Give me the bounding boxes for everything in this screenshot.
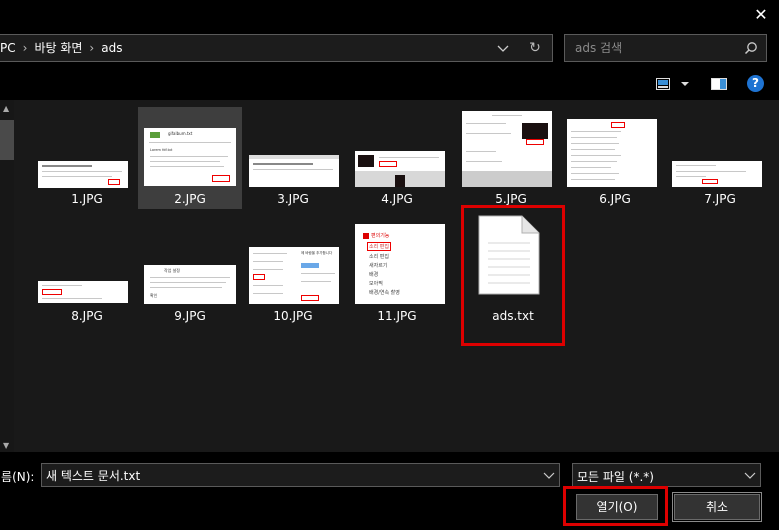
file-name: ads.txt bbox=[492, 309, 534, 323]
open-button[interactable]: 열기(O) bbox=[576, 494, 658, 520]
image-thumbnail: 에 바람을 추가합니다 bbox=[249, 247, 339, 304]
file-name: 4.JPG bbox=[381, 192, 413, 206]
file-name: 10.JPG bbox=[273, 309, 313, 323]
file-name: 5.JPG bbox=[495, 192, 527, 206]
chevron-right-icon: › bbox=[22, 41, 28, 55]
file-type-select[interactable]: 모든 파일 (*.*) bbox=[572, 463, 761, 487]
scrollbar-thumb[interactable] bbox=[0, 120, 14, 160]
filename-input[interactable] bbox=[42, 464, 537, 486]
image-thumbnail: gifalbum.txt Lorem fdf.txt bbox=[144, 128, 236, 186]
file-item[interactable]: 에 바람을 추가합니다 10.JPG bbox=[241, 224, 345, 326]
chevron-right-icon: › bbox=[89, 41, 95, 55]
chevron-down-icon[interactable] bbox=[495, 40, 511, 56]
nav-pane-scrollbar[interactable]: ▲ ▼ bbox=[0, 100, 14, 452]
image-thumbnail bbox=[249, 155, 339, 187]
chevron-down-icon[interactable] bbox=[543, 470, 555, 480]
file-item[interactable]: 5.JPG bbox=[459, 107, 563, 209]
filename-combobox[interactable] bbox=[41, 463, 560, 487]
close-icon[interactable]: ✕ bbox=[749, 4, 773, 26]
image-thumbnail bbox=[567, 119, 657, 187]
search-input[interactable] bbox=[565, 35, 735, 61]
file-name: 3.JPG bbox=[277, 192, 309, 206]
help-icon[interactable]: ? bbox=[747, 75, 764, 92]
image-thumbnail bbox=[462, 111, 552, 187]
toolbar: ? bbox=[0, 66, 779, 100]
image-thumbnail bbox=[38, 281, 128, 303]
file-type-value: 모든 파일 (*.*) bbox=[577, 470, 654, 484]
view-options-icon[interactable] bbox=[656, 78, 670, 90]
breadcrumb-item-ads[interactable]: ads bbox=[101, 41, 122, 55]
breadcrumb: PC › 바탕 화면 › ads bbox=[0, 35, 122, 61]
file-name: 8.JPG bbox=[71, 309, 103, 323]
scroll-down-icon[interactable]: ▼ bbox=[3, 441, 9, 450]
file-name: 6.JPG bbox=[599, 192, 631, 206]
image-thumbnail bbox=[355, 151, 445, 187]
address-row: PC › 바탕 화면 › ads ↻ bbox=[0, 30, 779, 66]
file-item[interactable]: 6.JPG bbox=[563, 107, 667, 209]
chevron-down-icon[interactable] bbox=[680, 80, 690, 88]
file-item[interactable]: 작업 설정 확인 9.JPG bbox=[138, 224, 242, 326]
breadcrumb-item-pc[interactable]: PC bbox=[0, 41, 16, 55]
chevron-down-icon[interactable] bbox=[744, 470, 756, 480]
dialog-footer: 이름(N): 모든 파일 (*.*) 열기(O) 취소 bbox=[0, 452, 779, 530]
file-name: 9.JPG bbox=[174, 309, 206, 323]
title-bar: ✕ bbox=[0, 0, 779, 30]
file-name: 2.JPG bbox=[174, 192, 206, 206]
image-thumbnail bbox=[672, 161, 762, 187]
file-name: 7.JPG bbox=[704, 192, 736, 206]
image-thumbnail bbox=[38, 161, 128, 188]
preview-pane-icon[interactable] bbox=[711, 78, 727, 90]
image-thumbnail: 편의기능 소리 편집 소리 편집 새자르기 배경 모아찍 배경/연속 촬영 bbox=[355, 224, 445, 304]
text-document-icon bbox=[478, 215, 540, 295]
search-box[interactable] bbox=[564, 34, 767, 62]
cancel-button[interactable]: 취소 bbox=[674, 494, 760, 520]
file-item[interactable]: 4.JPG bbox=[345, 107, 449, 209]
file-name: 11.JPG bbox=[377, 309, 417, 323]
file-item[interactable]: 8.JPG bbox=[35, 224, 139, 326]
file-list: 1.JPG gifalbum.txt Lorem fdf.txt 2.JPG 3… bbox=[14, 100, 779, 452]
scroll-up-icon[interactable]: ▲ bbox=[3, 104, 9, 113]
file-item[interactable]: 1.JPG bbox=[35, 107, 139, 209]
file-item[interactable]: 편의기능 소리 편집 소리 편집 새자르기 배경 모아찍 배경/연속 촬영 11… bbox=[345, 224, 449, 326]
image-thumbnail: 작업 설정 확인 bbox=[144, 265, 236, 304]
file-name: 1.JPG bbox=[71, 192, 103, 206]
address-bar[interactable]: PC › 바탕 화면 › ads ↻ bbox=[0, 34, 553, 62]
search-icon[interactable] bbox=[744, 41, 758, 55]
file-item-selected[interactable]: gifalbum.txt Lorem fdf.txt 2.JPG bbox=[138, 107, 242, 209]
breadcrumb-item-desktop[interactable]: 바탕 화면 bbox=[34, 41, 82, 55]
filename-label: 이름(N): bbox=[0, 470, 35, 484]
file-item[interactable]: 7.JPG bbox=[668, 107, 772, 209]
file-item[interactable]: 3.JPG bbox=[241, 107, 345, 209]
refresh-icon[interactable]: ↻ bbox=[525, 39, 545, 57]
